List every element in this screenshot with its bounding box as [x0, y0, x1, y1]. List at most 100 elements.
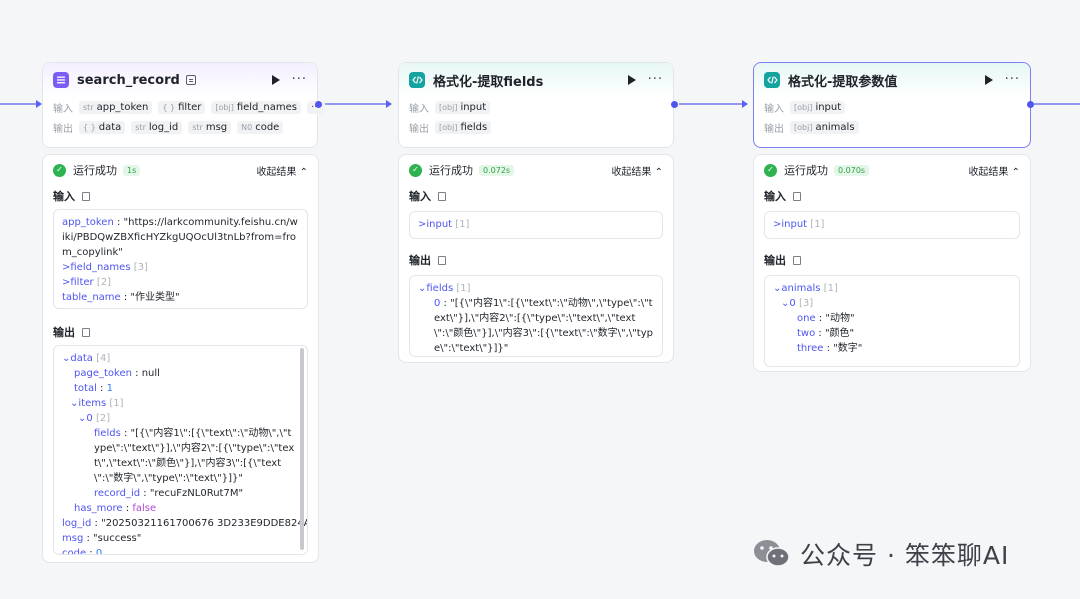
copy-icon[interactable]: [438, 191, 446, 201]
run-time-badge: 0.070s: [834, 164, 870, 176]
copy-icon[interactable]: [82, 327, 90, 337]
json-value: "[{\"内容1\":[{\"text\":\"动物\",\"type\":\"…: [94, 428, 295, 484]
param-name: data: [98, 121, 122, 133]
json-entry: has_more : false: [74, 503, 157, 514]
collapse-results-button[interactable]: 收起结果 ⌃: [968, 163, 1020, 178]
collapse-results-button[interactable]: 收起结果 ⌃: [611, 163, 663, 178]
param-name: code: [255, 121, 280, 133]
json-key: 0: [434, 298, 441, 309]
input-chip: str app_token: [79, 100, 153, 114]
json-key: code: [62, 548, 87, 555]
copy-icon[interactable]: [82, 191, 90, 201]
copy-icon[interactable]: [793, 255, 801, 265]
param-name: input: [815, 101, 842, 113]
input-section-title: 输入: [754, 185, 1030, 207]
json-key: app_token: [62, 217, 114, 228]
input-section-title: 输入: [399, 185, 673, 207]
json-key: ⌄animals: [773, 283, 821, 294]
more-options-button[interactable]: ···: [292, 73, 307, 86]
result-panel-search-record: ✓ 运行成功 1s 收起结果 ⌃ 输入 app_token : "https:/…: [42, 154, 319, 563]
doc-icon: [185, 75, 196, 85]
output-port[interactable]: [671, 101, 678, 108]
json-entry[interactable]: >input [1]: [773, 217, 1011, 232]
node-header: search_record ···: [43, 63, 317, 97]
more-options-button[interactable]: ···: [1005, 73, 1020, 86]
json-entry[interactable]: ⌄0 [3]: [773, 296, 1011, 311]
json-key: >field_names: [62, 262, 131, 273]
json-key: ⌄items: [70, 398, 107, 409]
output-chip: str log_id: [131, 120, 183, 134]
output-chip: str msg: [188, 120, 232, 134]
json-entry: record_id : "recuFzNL0Rut7M": [94, 488, 244, 499]
section-label: 输出: [764, 254, 786, 267]
output-port[interactable]: [315, 101, 322, 108]
json-count: [3]: [133, 262, 148, 273]
node-header: 格式化-提取参数值 ···: [754, 63, 1030, 97]
output-chip: { } data: [79, 120, 126, 134]
json-entry[interactable]: ⌄0 [2]: [62, 411, 299, 426]
copy-icon[interactable]: [793, 191, 801, 201]
json-entry: fields : "[{\"内容1\":[{\"text\":\"动物\",\"…: [94, 428, 295, 484]
more-options-button[interactable]: ···: [648, 73, 663, 86]
json-value: "recuFzNL0Rut7M": [149, 488, 244, 499]
node-search-record[interactable]: search_record ··· 输入 str app_token { } fil…: [42, 62, 325, 148]
section-label: 输入: [764, 190, 786, 203]
json-entry: table_name : "作业类型": [62, 292, 180, 303]
json-count: [4]: [96, 353, 111, 364]
node-format-fields[interactable]: 格式化-提取fields ··· 输入 [obj] input 输出 [obj] f…: [398, 62, 674, 148]
json-value: "动物": [825, 313, 855, 324]
json-value: "20250321161700676 3D233E9DDE824AF0C": [101, 518, 307, 529]
json-key: ⌄0: [78, 413, 93, 424]
type-badge: str: [192, 122, 203, 132]
node-title: 格式化-提取fields: [433, 74, 544, 90]
param-name: fields: [460, 121, 488, 133]
wechat-icon: [752, 538, 792, 570]
json-value: 1: [106, 383, 113, 394]
param-name: filter: [178, 101, 202, 113]
output-section-title: 输出: [399, 249, 673, 271]
run-node-button[interactable]: [984, 75, 993, 85]
json-entry: total : 1: [74, 383, 113, 394]
json-entry[interactable]: >filter [2]: [62, 275, 299, 290]
run-node-button[interactable]: [627, 75, 636, 85]
node-format-params[interactable]: 格式化-提取参数值 ··· 输入 [obj] input 输出 [obj] anim…: [753, 62, 1031, 148]
param-name: msg: [205, 121, 228, 133]
outputs-label: 输出: [409, 123, 429, 135]
section-label: 输入: [409, 190, 431, 203]
json-entry[interactable]: >input [1]: [418, 217, 654, 232]
copy-icon[interactable]: [438, 255, 446, 265]
input-chip: [obj] input: [790, 100, 846, 114]
code-icon: [764, 72, 780, 88]
type-badge: [obj]: [439, 102, 458, 112]
json-entry[interactable]: ⌄animals [1]: [773, 281, 1011, 296]
json-entry[interactable]: ⌄items [1]: [62, 396, 299, 411]
scrollbar[interactable]: [300, 348, 304, 550]
output-chip: [obj] animals: [790, 120, 859, 134]
json-entry: page_token : null: [74, 368, 160, 379]
json-entry[interactable]: >field_names [3]: [62, 260, 299, 275]
json-entry[interactable]: ⌄fields [1]: [418, 281, 654, 296]
json-key: page_token: [74, 368, 132, 379]
section-label: 输出: [53, 326, 75, 339]
output-port[interactable]: [1027, 101, 1034, 108]
param-name: app_token: [96, 101, 149, 113]
outputs-label: 输出: [764, 123, 784, 135]
run-node-button[interactable]: [271, 75, 280, 85]
node-inputs: 输入 [obj] input: [754, 97, 1030, 117]
collapse-results-button[interactable]: 收起结果 ⌃: [256, 163, 308, 178]
json-value: "数字": [833, 343, 863, 354]
json-count: [2]: [96, 277, 111, 288]
json-key: table_name: [62, 292, 121, 303]
json-key: total: [74, 383, 97, 394]
plugin-icon: [53, 72, 69, 88]
json-entry[interactable]: ⌄data [4]: [62, 351, 299, 366]
result-panel-format-fields: ✓ 运行成功 0.072s 收起结果 ⌃ 输入 >input [1] 输出 ⌄f…: [398, 154, 674, 363]
result-header: ✓ 运行成功 0.070s 收起结果 ⌃: [754, 155, 1030, 185]
workflow-canvas[interactable]: search_record ··· 输入 str app_token { } fil…: [0, 0, 1080, 599]
output-chip: N0 code: [237, 120, 284, 134]
watermark: 公众号 · 笨笨聊AI: [752, 536, 1009, 572]
json-count: [1]: [823, 283, 838, 294]
inputs-label: 输入: [409, 103, 429, 115]
input-chip: [obj] input: [435, 100, 491, 114]
param-name: input: [460, 101, 487, 113]
